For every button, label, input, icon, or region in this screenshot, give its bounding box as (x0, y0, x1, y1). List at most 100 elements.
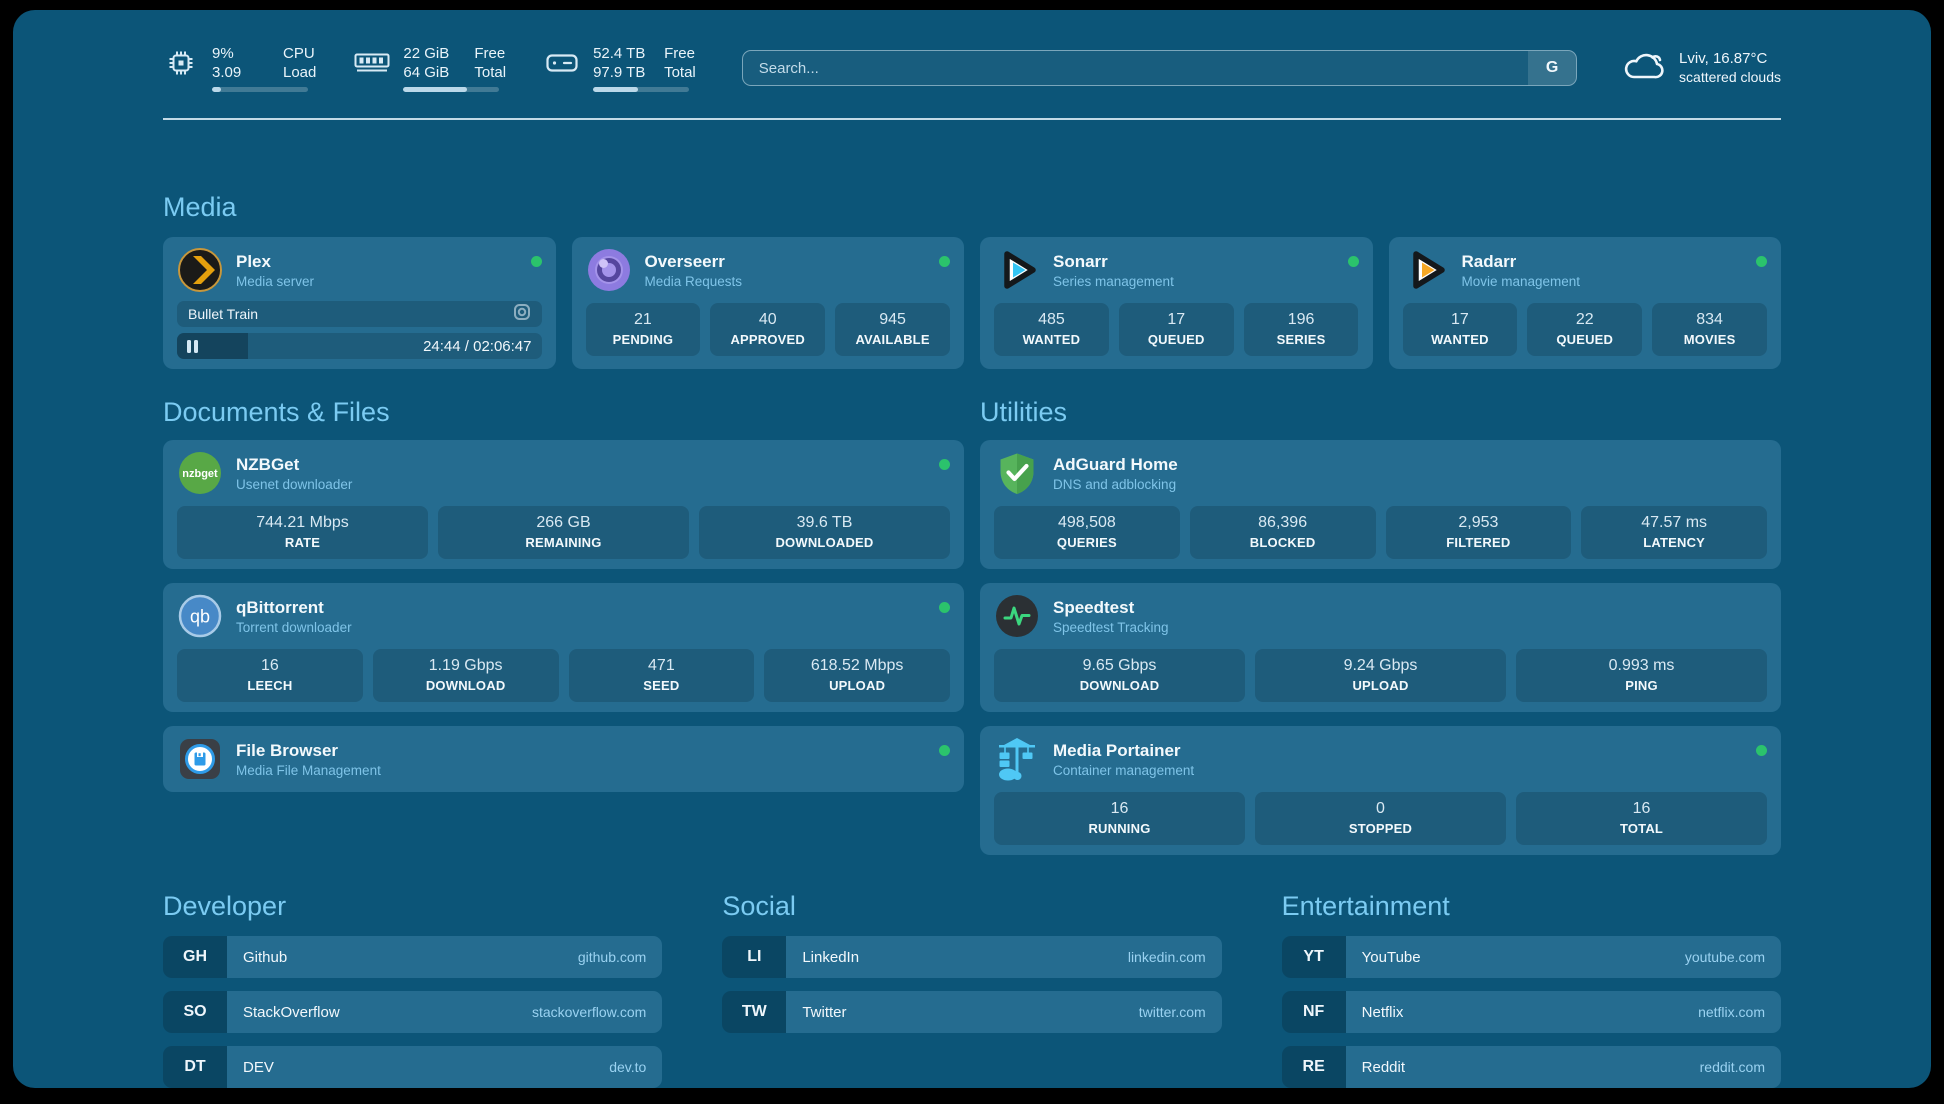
status-dot-online (1756, 745, 1767, 756)
stat-wanted: 485 WANTED (994, 303, 1109, 356)
bookmark-dev[interactable]: DT DEV dev.to (163, 1046, 662, 1088)
bookmark-name: LinkedIn (802, 949, 859, 966)
bookmark-name: StackOverflow (243, 1004, 340, 1021)
card-subtitle: Media File Management (236, 762, 926, 779)
status-dot-online (939, 256, 950, 267)
card-overseerr[interactable]: Overseerr Media Requests 21 PENDING 40 A… (572, 237, 965, 369)
filebrowser-icon (177, 736, 223, 782)
bookmark-name: YouTube (1362, 949, 1421, 966)
disk-total-value: 97.9 TB (593, 63, 651, 82)
memory-free-value: 22 GiB (403, 44, 461, 63)
card-nzbget[interactable]: nzbget NZBGet Usenet downloader 74 (163, 440, 964, 569)
card-title: Plex (236, 251, 518, 272)
bookmark-column-entertainment: Entertainment YT YouTube youtube.com NF … (1282, 891, 1781, 1088)
bookmark-reddit[interactable]: RE Reddit reddit.com (1282, 1046, 1781, 1088)
card-subtitle: Torrent downloader (236, 619, 926, 636)
bookmark-netflix[interactable]: NF Netflix netflix.com (1282, 991, 1781, 1033)
weather-condition: scattered clouds (1679, 68, 1781, 87)
stat-pending: 21 PENDING (586, 303, 701, 356)
disk-total-label: Total (664, 63, 696, 82)
top-bar: 9% 3.09 CPU Load (163, 44, 1781, 92)
weather-widget[interactable]: Lviv, 16.87°C scattered clouds (1621, 48, 1781, 89)
section-heading-social: Social (722, 891, 1221, 922)
svg-text:nzbget: nzbget (182, 468, 218, 480)
stat-running: 16 RUNNING (994, 792, 1245, 845)
card-plex[interactable]: Plex Media server Bullet Train (163, 237, 556, 369)
card-title: NZBGet (236, 454, 926, 475)
status-dot-online (939, 459, 950, 470)
stat-stopped: 0 STOPPED (1255, 792, 1506, 845)
card-radarr[interactable]: Radarr Movie management 17 WANTED 22 QUE… (1389, 237, 1782, 369)
cpu-usage-value: 9% (212, 44, 270, 63)
bookmark-url: reddit.com (1700, 1059, 1765, 1075)
stat-download: 1.19 Gbps DOWNLOAD (373, 649, 559, 702)
card-adguard[interactable]: AdGuard Home DNS and adblocking 498,508 … (980, 440, 1781, 569)
bookmark-abbr: TW (722, 991, 786, 1033)
stat-upload: 618.52 Mbps UPLOAD (764, 649, 950, 702)
bookmark-column-social: Social LI LinkedIn linkedin.com TW Twitt… (722, 891, 1221, 1088)
memory-free-label: Free (474, 44, 506, 63)
stat-queued: 22 QUEUED (1527, 303, 1642, 356)
bookmark-linkedin[interactable]: LI LinkedIn linkedin.com (722, 936, 1221, 978)
card-subtitle: Usenet downloader (236, 476, 926, 493)
card-filebrowser[interactable]: File Browser Media File Management (163, 726, 964, 792)
overseerr-icon (586, 247, 632, 293)
disk-free-value: 52.4 TB (593, 44, 651, 63)
now-playing-title: Bullet Train (188, 306, 258, 322)
search-input[interactable] (743, 51, 1528, 85)
card-sonarr[interactable]: Sonarr Series management 485 WANTED 17 Q… (980, 237, 1373, 369)
utilities-column: Utilities (980, 397, 1781, 855)
bookmark-abbr: YT (1282, 936, 1346, 978)
bookmark-name: Twitter (802, 1004, 846, 1021)
memory-total-value: 64 GiB (403, 63, 461, 82)
bookmark-youtube[interactable]: YT YouTube youtube.com (1282, 936, 1781, 978)
bookmark-github[interactable]: GH Github github.com (163, 936, 662, 978)
bookmark-abbr: LI (722, 936, 786, 978)
stat-queued: 17 QUEUED (1119, 303, 1234, 356)
memory-icon (354, 51, 390, 75)
card-title: Radarr (1462, 251, 1744, 272)
bookmark-stackoverflow[interactable]: SO StackOverflow stackoverflow.com (163, 991, 662, 1033)
plex-icon (177, 247, 223, 293)
card-subtitle: Container management (1053, 762, 1743, 779)
search-engine-button[interactable]: G (1528, 51, 1576, 85)
card-qbittorrent[interactable]: qb qBittorrent Torrent downloader (163, 583, 964, 712)
bookmark-url: linkedin.com (1128, 949, 1206, 965)
stat-rate: 744.21 Mbps RATE (177, 506, 428, 559)
bookmark-twitter[interactable]: TW Twitter twitter.com (722, 991, 1221, 1033)
stat-available: 945 AVAILABLE (835, 303, 950, 356)
documents-column: Documents & Files nzbget (163, 397, 964, 855)
bookmark-abbr: DT (163, 1046, 227, 1088)
weather-location-temp: Lviv, 16.87°C (1679, 49, 1781, 68)
pause-button[interactable] (187, 340, 198, 353)
stat-leech: 16 LEECH (177, 649, 363, 702)
video-icon (513, 303, 531, 326)
disk-progress-bar (593, 87, 689, 92)
disk-monitor: 52.4 TB 97.9 TB Free Total (544, 44, 696, 92)
radarr-icon (1403, 247, 1449, 293)
stat-approved: 40 APPROVED (710, 303, 825, 356)
section-heading-documents: Documents & Files (163, 397, 964, 428)
card-title: Overseerr (645, 251, 927, 272)
playback-time: 24:44 / 02:06:47 (423, 338, 531, 355)
card-subtitle: Series management (1053, 273, 1335, 290)
bookmark-abbr: SO (163, 991, 227, 1033)
card-portainer[interactable]: Media Portainer Container management 16 … (980, 726, 1781, 855)
cpu-load-value: 3.09 (212, 63, 270, 82)
card-speedtest[interactable]: Speedtest Speedtest Tracking 9.65 Gbps D… (980, 583, 1781, 712)
cloud-icon (1621, 48, 1665, 89)
cpu-monitor: 9% 3.09 CPU Load (163, 44, 316, 92)
cpu-label: CPU (283, 44, 316, 63)
dashboard-panel: 9% 3.09 CPU Load (13, 10, 1931, 1088)
stat-upload: 9.24 Gbps UPLOAD (1255, 649, 1506, 702)
section-heading-media: Media (163, 192, 1781, 223)
cpu-load-label: Load (283, 63, 316, 82)
card-subtitle: Media server (236, 273, 518, 290)
status-dot-online (1348, 256, 1359, 267)
nzbget-icon: nzbget (177, 450, 223, 496)
bookmark-url: youtube.com (1685, 949, 1765, 965)
card-title: Speedtest (1053, 597, 1767, 618)
disk-icon (544, 50, 580, 76)
status-dot-online (939, 745, 950, 756)
bookmark-column-developer: Developer GH Github github.com SO StackO… (163, 891, 662, 1088)
